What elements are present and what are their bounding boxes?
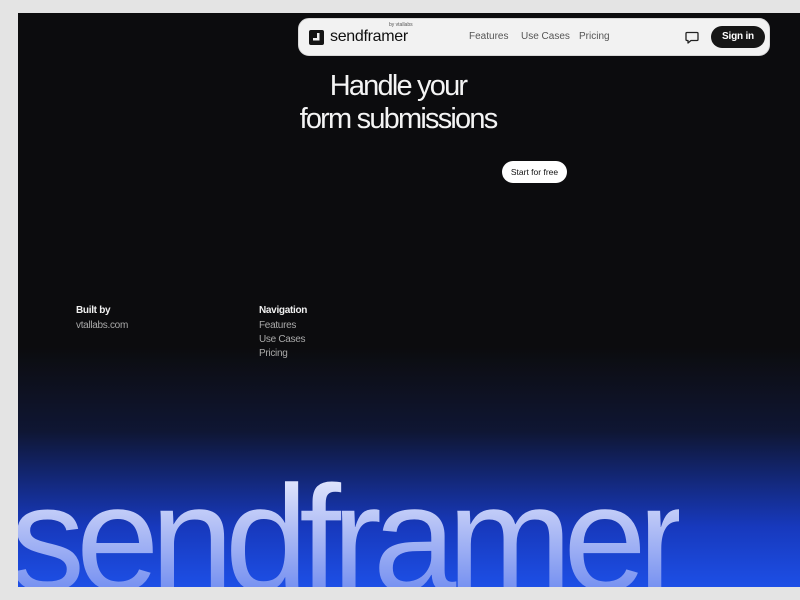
footer-link-pricing[interactable]: Pricing bbox=[259, 348, 288, 360]
footer-link-use-cases[interactable]: Use Cases bbox=[259, 334, 306, 346]
sign-in-button[interactable]: Sign in bbox=[711, 26, 765, 48]
nav-link-pricing[interactable]: Pricing bbox=[579, 31, 610, 43]
footer-built-by-heading: Built by bbox=[76, 305, 111, 316]
hero-title-line-2: form submissions bbox=[299, 103, 499, 135]
page-window: sendframer by vtallabs sendframer Featur… bbox=[18, 13, 800, 587]
top-navbar: by vtallabs sendframer Features Use Case… bbox=[298, 18, 770, 56]
footer-built-by-link[interactable]: vtallabs.com bbox=[76, 320, 128, 332]
sendframer-logo-icon[interactable] bbox=[309, 30, 324, 45]
hero-title-line-1: Handle your bbox=[329, 70, 468, 102]
nav-link-features[interactable]: Features bbox=[469, 31, 508, 43]
footer-link-features[interactable]: Features bbox=[259, 320, 296, 332]
nav-link-use-cases[interactable]: Use Cases bbox=[521, 31, 570, 43]
footer-navigation-heading: Navigation bbox=[259, 305, 308, 316]
chat-bubble-icon[interactable] bbox=[683, 28, 701, 46]
logo-text[interactable]: sendframer bbox=[330, 28, 408, 46]
start-for-free-button[interactable]: Start for free bbox=[502, 161, 567, 183]
hero-title: Handle your form submissions bbox=[173, 70, 623, 136]
big-wordmark: sendframer bbox=[18, 463, 688, 587]
